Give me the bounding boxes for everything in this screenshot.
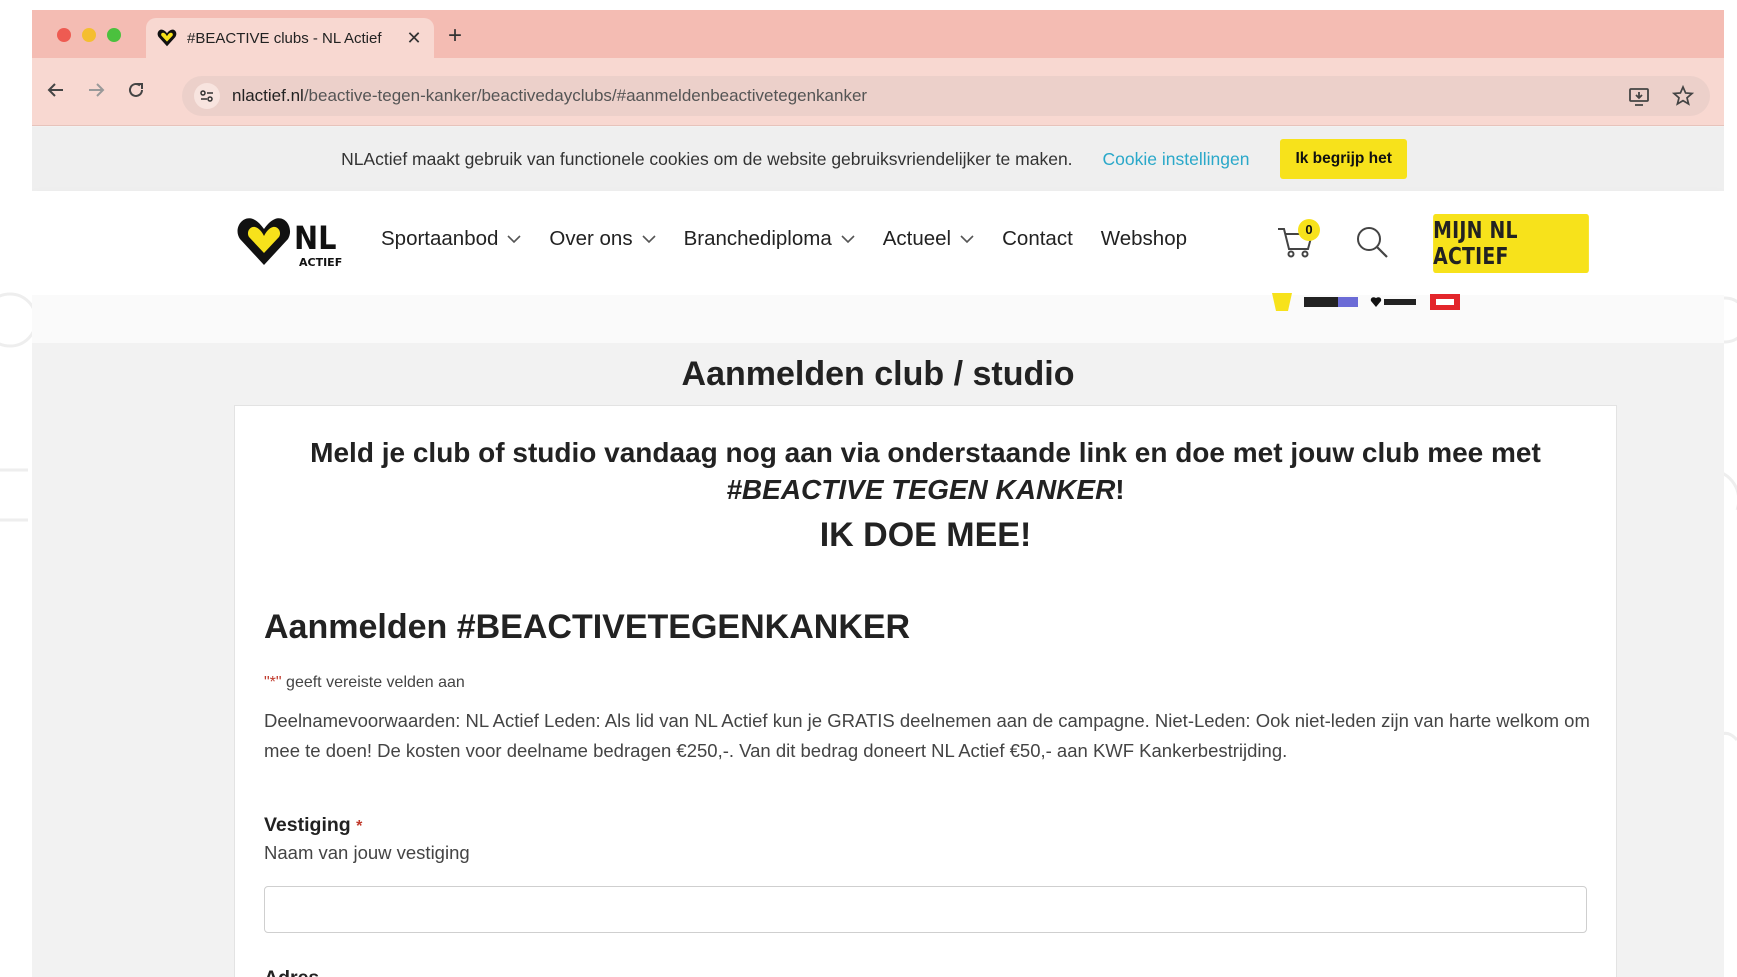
participation-conditions: Deelnamevoorwaarden: NL Actief Leden: Al…	[264, 710, 1590, 761]
required-star: "*"	[264, 674, 282, 691]
required-note: "*" geeft vereiste velden aan	[264, 674, 465, 692]
url-domain: nlactief.nl	[232, 86, 304, 105]
url-text: nlactief.nl/beactive-tegen-kanker/beacti…	[232, 86, 867, 106]
address-bar[interactable]: nlactief.nl/beactive-tegen-kanker/beacti…	[182, 76, 1710, 116]
form-title: Aanmelden #BEACTIVETEGENKANKER	[264, 608, 911, 646]
browser-tab-active[interactable]: #BEACTIVE clubs - NL Actief ✕	[146, 18, 434, 58]
vestiging-label-text: Vestiging	[264, 814, 351, 836]
required-mark: *	[356, 818, 363, 835]
intro-suffix: !	[1115, 474, 1125, 505]
new-tab-button[interactable]: +	[448, 22, 462, 50]
signup-card: Meld je club of studio vandaag nog aan v…	[234, 405, 1617, 977]
chevron-down-icon	[841, 235, 855, 244]
nav-item-actueel[interactable]: Actueel	[883, 227, 974, 251]
nl-actief-logo-small	[1370, 297, 1416, 307]
cookie-settings-link[interactable]: Cookie instellingen	[1103, 149, 1250, 170]
svg-text:NL: NL	[294, 221, 336, 258]
campaign-name: #BEACTIVE TEGEN KANKER	[726, 474, 1116, 505]
maximize-window-button[interactable]	[107, 28, 121, 42]
cookie-banner: NLActief maakt gebruik van functionele c…	[32, 127, 1724, 191]
chevron-down-icon	[507, 235, 521, 244]
back-icon[interactable]	[46, 80, 66, 100]
url-path: /beactive-tegen-kanker/beactivedayclubs/…	[303, 86, 868, 105]
cta-heading: IK DOE MEE!	[819, 516, 1032, 554]
nav-label: Over ons	[549, 227, 633, 250]
heart-logo-icon	[157, 29, 177, 47]
header-band	[32, 295, 1724, 343]
main-navigation: Sportaanbod Over ons Branchediploma Actu…	[381, 227, 1215, 251]
nav-label: Sportaanbod	[381, 227, 499, 250]
adres-label: Adres	[264, 967, 319, 977]
url-actions	[1628, 85, 1694, 107]
bookmark-star-icon[interactable]	[1672, 85, 1694, 107]
section-title: Aanmelden club / studio	[681, 355, 1075, 393]
browser-toolbar: nlactief.nl/beactive-tegen-kanker/beacti…	[32, 58, 1724, 126]
cookie-message: NLActief maakt gebruik van functionele c…	[341, 148, 1073, 169]
nav-label: Contact	[1002, 227, 1073, 250]
nav-label: Branchediploma	[683, 227, 832, 250]
vestiging-label: Vestiging *	[264, 814, 362, 837]
cart-count-badge: 0	[1298, 219, 1320, 241]
chevron-down-icon	[642, 235, 656, 244]
close-window-button[interactable]	[57, 28, 71, 42]
intro-line: Meld je club of studio vandaag nog aan v…	[310, 437, 1541, 468]
minimize-window-button[interactable]	[82, 28, 96, 42]
chevron-down-icon	[960, 235, 974, 244]
forward-icon[interactable]	[86, 80, 106, 100]
site-settings-icon[interactable]	[194, 83, 220, 109]
kwf-logo-small	[1430, 294, 1460, 310]
reload-icon[interactable]	[126, 80, 146, 100]
my-account-button[interactable]: MIJN NL ACTIEF	[1433, 214, 1589, 273]
partner-logos	[1272, 292, 1460, 312]
search-icon[interactable]	[1354, 224, 1390, 260]
nav-item-webshop[interactable]: Webshop	[1101, 227, 1187, 251]
install-icon[interactable]	[1628, 85, 1650, 107]
intro-campaign-line: #BEACTIVE TEGEN KANKER!	[235, 471, 1616, 508]
nav-label: Actueel	[882, 227, 952, 250]
tab-close-icon[interactable]: ✕	[404, 28, 424, 49]
beactive-logo-small	[1304, 297, 1358, 307]
nl-actief-logo[interactable]: NL ACTIEF	[236, 215, 346, 269]
nav-item-contact[interactable]: Contact	[1002, 227, 1073, 251]
vestiging-sublabel: Naam van jouw vestiging	[264, 842, 470, 863]
nav-label: Webshop	[1100, 227, 1188, 250]
vestiging-input[interactable]	[264, 886, 1587, 933]
cookie-accept-button[interactable]: Ik begrijp het	[1280, 139, 1407, 179]
nav-item-sportaanbod[interactable]: Sportaanbod	[381, 227, 521, 251]
tab-bar: #BEACTIVE clubs - NL Actief ✕ +	[32, 10, 1724, 58]
tab-title: #BEACTIVE clubs - NL Actief	[187, 29, 382, 47]
window-controls	[57, 28, 121, 42]
intro-text: Meld je club of studio vandaag nog aan v…	[235, 434, 1616, 508]
svg-text:ACTIEF: ACTIEF	[299, 256, 342, 269]
required-note-text: geeft vereiste velden aan	[281, 674, 465, 691]
nav-item-over-ons[interactable]: Over ons	[549, 227, 656, 251]
yellow-flag-shape	[1272, 293, 1292, 311]
nav-item-branchediploma[interactable]: Branchediploma	[684, 227, 855, 251]
site-header: NL ACTIEF Sportaanbod Over ons Branchedi…	[32, 191, 1724, 295]
browser-window: #BEACTIVE clubs - NL Actief ✕ + nlactief…	[32, 10, 1724, 977]
